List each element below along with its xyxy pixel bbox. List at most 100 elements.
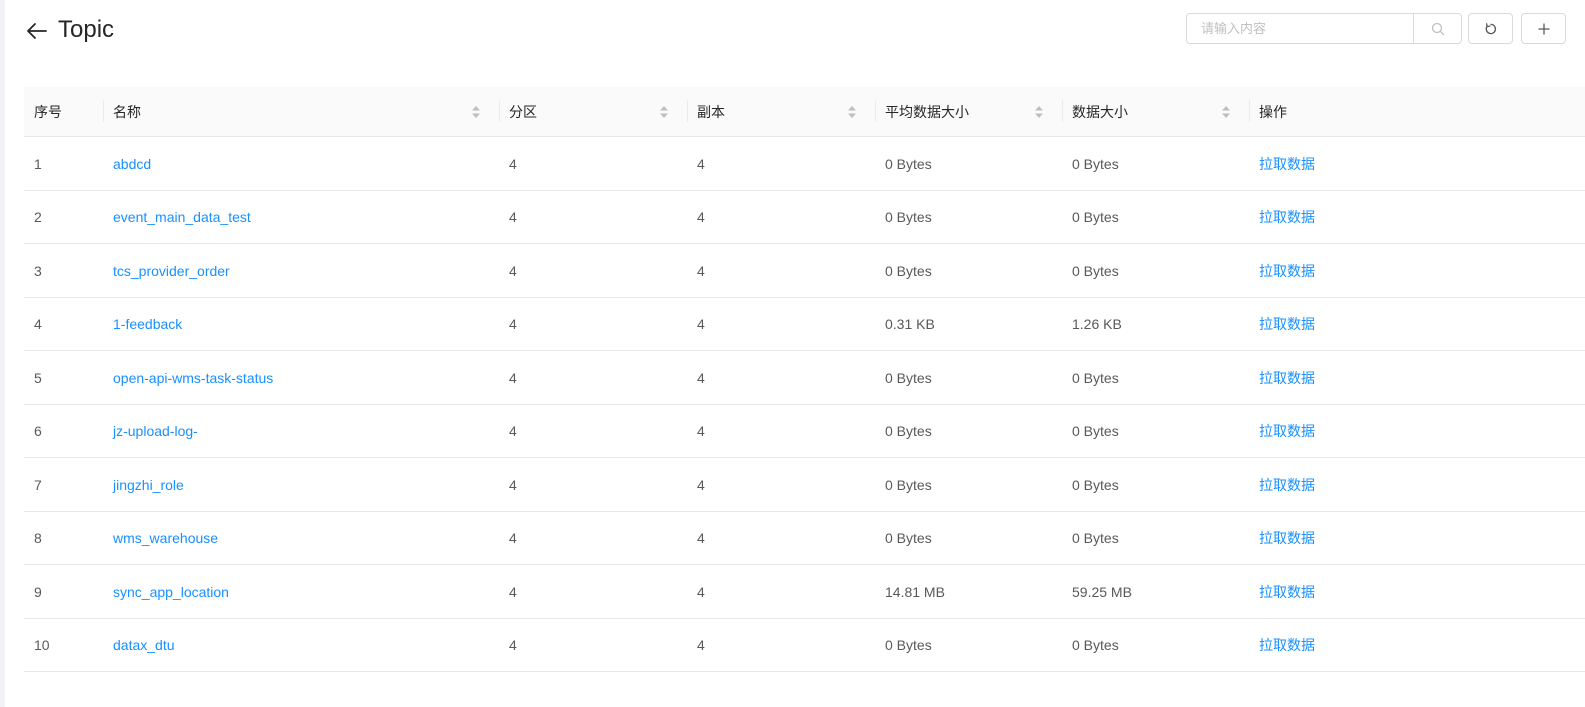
cell-partitions: 4	[509, 262, 517, 279]
cell-avg-size: 0 Bytes	[885, 637, 932, 653]
topic-name-link[interactable]: 1-feedback	[113, 316, 182, 332]
search-input[interactable]	[1187, 14, 1413, 43]
table-row: 3 tcs_provider_order 4 4 0 Bytes 0 Bytes…	[24, 244, 1585, 298]
fetch-data-link[interactable]: 拉取数据	[1259, 154, 1315, 174]
cell-size: 0 Bytes	[1072, 530, 1119, 546]
cell-replicas: 4	[697, 369, 705, 386]
column-label: 副本	[697, 103, 725, 120]
cell-avg-size: 0 Bytes	[885, 530, 932, 546]
fetch-data-link[interactable]: 拉取数据	[1259, 475, 1315, 495]
sort-icon[interactable]	[1221, 105, 1231, 119]
cell-avg-size: 0.31 KB	[885, 316, 935, 332]
table-row: 8 wms_warehouse 4 4 0 Bytes 0 Bytes 拉取数据	[24, 512, 1585, 565]
cell-avg-size: 14.81 MB	[885, 583, 945, 600]
fetch-data-link[interactable]: 拉取数据	[1259, 421, 1315, 441]
cell-index: 8	[34, 530, 42, 546]
cell-index: 1	[34, 155, 42, 172]
cell-avg-size: 0 Bytes	[885, 209, 932, 225]
cell-size: 0 Bytes	[1072, 423, 1119, 439]
topic-name-link[interactable]: datax_dtu	[113, 637, 175, 653]
cell-index: 6	[34, 423, 42, 439]
table-row: 10 datax_dtu 4 4 0 Bytes 0 Bytes 拉取数据	[24, 619, 1585, 672]
cell-partitions: 4	[509, 423, 517, 439]
topic-name-link[interactable]: tcs_provider_order	[113, 263, 230, 279]
cell-avg-size: 0 Bytes	[885, 476, 932, 493]
topic-name-link[interactable]: abdcd	[113, 156, 151, 172]
column-label: 平均数据大小	[885, 103, 969, 120]
fetch-data-link[interactable]: 拉取数据	[1259, 528, 1315, 548]
cell-size: 0 Bytes	[1072, 209, 1119, 225]
cell-avg-size: 0 Bytes	[885, 369, 932, 386]
table-header: 序号 名称 分区 副本 平均数据大小 数据大小 操作	[24, 87, 1585, 137]
cell-index: 3	[34, 262, 42, 279]
column-header-size[interactable]: 数据大小	[1062, 87, 1249, 136]
cell-size: 1.26 KB	[1072, 316, 1122, 332]
topic-name-link[interactable]: event_main_data_test	[113, 209, 251, 225]
column-label: 分区	[509, 103, 537, 120]
page-header: Topic	[5, 0, 1585, 64]
cell-partitions: 4	[509, 583, 517, 600]
page-title: Topic	[58, 16, 115, 43]
cell-replicas: 4	[697, 316, 705, 332]
cell-partitions: 4	[509, 637, 517, 653]
table-row: 6 jz-upload-log- 4 4 0 Bytes 0 Bytes 拉取数…	[24, 405, 1585, 458]
topic-page: Topic 序号 名称	[5, 0, 1585, 707]
cell-index: 9	[34, 583, 42, 600]
sort-icon[interactable]	[847, 105, 857, 119]
cell-avg-size: 0 Bytes	[885, 155, 932, 172]
cell-size: 0 Bytes	[1072, 262, 1119, 279]
arrow-left-icon	[27, 23, 47, 39]
cell-size: 0 Bytes	[1072, 155, 1119, 172]
add-button[interactable]	[1521, 13, 1566, 44]
topic-name-link[interactable]: open-api-wms-task-status	[113, 370, 273, 386]
table-row: 4 1-feedback 4 4 0.31 KB 1.26 KB 拉取数据	[24, 298, 1585, 351]
sort-icon[interactable]	[659, 105, 669, 119]
column-label: 名称	[113, 103, 141, 120]
cell-partitions: 4	[509, 476, 517, 493]
topic-name-link[interactable]: jingzhi_role	[113, 477, 184, 493]
cell-partitions: 4	[509, 316, 517, 332]
topic-name-link[interactable]: wms_warehouse	[113, 530, 218, 546]
plus-icon	[1537, 22, 1550, 35]
cell-partitions: 4	[509, 209, 517, 225]
column-label: 操作	[1259, 103, 1287, 120]
fetch-data-link[interactable]: 拉取数据	[1259, 261, 1315, 281]
cell-index: 2	[34, 209, 42, 225]
column-header-partitions[interactable]: 分区	[499, 87, 687, 136]
column-header-avg-size[interactable]: 平均数据大小	[875, 87, 1062, 136]
fetch-data-link[interactable]: 拉取数据	[1259, 635, 1315, 655]
cell-size: 0 Bytes	[1072, 637, 1119, 653]
cell-replicas: 4	[697, 476, 705, 493]
cell-partitions: 4	[509, 155, 517, 172]
fetch-data-link[interactable]: 拉取数据	[1259, 582, 1315, 602]
search-button[interactable]	[1413, 14, 1461, 43]
cell-avg-size: 0 Bytes	[885, 423, 932, 439]
cell-replicas: 4	[697, 262, 705, 279]
topic-name-link[interactable]: sync_app_location	[113, 584, 229, 600]
column-header-index: 序号	[24, 87, 103, 136]
sort-icon[interactable]	[1034, 105, 1044, 119]
cell-size: 59.25 MB	[1072, 583, 1132, 600]
back-button[interactable]	[24, 18, 50, 44]
fetch-data-link[interactable]: 拉取数据	[1259, 314, 1315, 334]
cell-size: 0 Bytes	[1072, 369, 1119, 386]
cell-avg-size: 0 Bytes	[885, 262, 932, 279]
column-label: 数据大小	[1072, 103, 1128, 120]
table-row: 2 event_main_data_test 4 4 0 Bytes 0 Byt…	[24, 191, 1585, 244]
cell-partitions: 4	[509, 369, 517, 386]
cell-replicas: 4	[697, 583, 705, 600]
topic-name-link[interactable]: jz-upload-log-	[113, 423, 198, 439]
search-box	[1186, 13, 1462, 44]
fetch-data-link[interactable]: 拉取数据	[1259, 368, 1315, 388]
column-header-name[interactable]: 名称	[103, 87, 499, 136]
cell-size: 0 Bytes	[1072, 476, 1119, 493]
cell-index: 4	[34, 316, 42, 332]
cell-replicas: 4	[697, 637, 705, 653]
table-row: 1 abdcd 4 4 0 Bytes 0 Bytes 拉取数据	[24, 137, 1585, 191]
fetch-data-link[interactable]: 拉取数据	[1259, 207, 1315, 227]
column-header-replicas[interactable]: 副本	[687, 87, 875, 136]
cell-replicas: 4	[697, 209, 705, 225]
refresh-button[interactable]	[1468, 13, 1513, 44]
column-header-actions: 操作	[1249, 87, 1585, 136]
sort-icon[interactable]	[471, 105, 481, 119]
